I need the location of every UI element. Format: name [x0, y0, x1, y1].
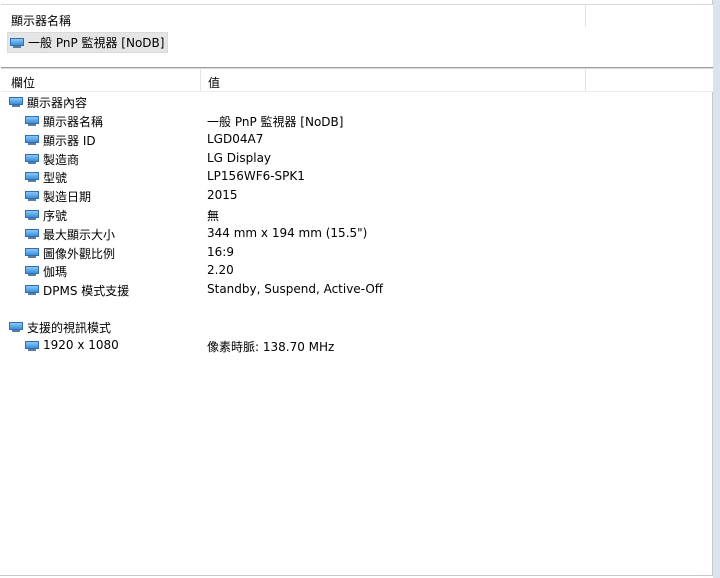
monitor-icon — [25, 247, 39, 258]
property-value: 無 — [207, 209, 220, 223]
column-header-field[interactable]: 欄位 — [11, 74, 35, 91]
property-field: 型號 — [43, 171, 68, 186]
property-field: 伽瑪 — [43, 265, 68, 280]
column-header-value[interactable]: 值 — [208, 74, 220, 91]
property-value: 一般 PnP 監視器 [NoDB] — [207, 115, 344, 129]
property-value: 像素時脈: 138.70 MHz — [207, 340, 335, 354]
monitor-icon — [25, 210, 39, 220]
property-row[interactable]: DPMS 模式支援 Standby, Suspend, Active-Off — [0, 280, 712, 299]
monitor-icon — [25, 153, 39, 164]
property-row[interactable]: 1920 x 1080 像素時脈: 138.70 MHz — [0, 336, 712, 355]
property-field: 顯示器 ID — [43, 133, 96, 148]
monitor-name-header: 顯示器名稱 — [11, 14, 72, 28]
property-value: LGD04A7 — [207, 131, 264, 146]
monitor-icon — [9, 322, 23, 332]
monitor-icon — [25, 266, 39, 277]
property-field: 序號 — [43, 209, 68, 223]
property-row[interactable]: 型號 LP156WF6-SPK1 — [0, 167, 712, 186]
monitor-icon — [25, 116, 39, 126]
column-separator[interactable] — [585, 69, 586, 91]
group-row-monitor-properties[interactable]: 顯示器內容 — [0, 92, 712, 111]
property-value: LP156WF6-SPK1 — [207, 169, 305, 184]
property-row[interactable]: 序號 無 — [0, 205, 712, 224]
background-edge — [713, 0, 720, 578]
property-field: 顯示器名稱 — [43, 115, 104, 129]
property-value: Standby, Suspend, Active-Off — [207, 282, 384, 297]
property-row[interactable]: 圖像外觀比例 16:9 — [0, 243, 712, 262]
property-field: 最大顯示大小 — [43, 227, 116, 242]
property-value: 16:9 — [207, 244, 234, 259]
property-row[interactable]: 製造商 LG Display — [0, 149, 712, 168]
property-row[interactable]: 顯示器 ID LGD04A7 — [0, 130, 712, 149]
property-row[interactable]: 製造日期 2015 — [0, 186, 712, 205]
property-value: 2.20 — [207, 263, 234, 278]
monitor-icon — [25, 228, 39, 239]
monitor-list-item-label: 一般 PnP 監視器 [NoDB] — [28, 36, 165, 50]
group-label: 支援的視訊模式 — [27, 321, 112, 335]
monitor-icon — [25, 172, 39, 183]
property-row[interactable]: 最大顯示大小 344 mm x 194 mm (15.5") — [0, 224, 712, 243]
monitor-icon — [25, 134, 39, 145]
device-info-window: 顯示器名稱 一般 PnP 監視器 [NoDB] 欄位 值 顯示器內容 顯示器名稱… — [0, 0, 713, 576]
property-value: LG Display — [207, 150, 272, 165]
monitor-icon — [10, 37, 24, 48]
column-separator[interactable] — [200, 69, 201, 91]
grid-header: 欄位 值 — [1, 68, 713, 92]
property-field: 1920 x 1080 — [43, 338, 119, 352]
group-label: 顯示器內容 — [27, 96, 88, 110]
property-field: 製造日期 — [43, 190, 92, 205]
monitor-icon — [25, 191, 39, 202]
property-row[interactable]: 伽瑪 2.20 — [0, 261, 712, 280]
monitor-icon — [9, 97, 23, 107]
property-row[interactable]: 顯示器名稱 一般 PnP 監視器 [NoDB] — [0, 111, 712, 130]
property-value: 2015 — [207, 188, 238, 203]
property-value: 344 mm x 194 mm (15.5") — [207, 225, 368, 240]
property-field: 製造商 — [43, 152, 80, 167]
header-divider — [585, 5, 586, 27]
group-row-video-modes[interactable]: 支援的視訊模式 — [0, 317, 712, 336]
monitor-icon — [25, 341, 39, 351]
monitor-icon — [25, 285, 39, 296]
property-field: 圖像外觀比例 — [43, 246, 116, 261]
monitor-list-item[interactable]: 一般 PnP 監視器 [NoDB] — [7, 32, 169, 53]
property-field: DPMS 模式支援 — [43, 284, 130, 299]
monitor-name-panel: 顯示器名稱 一般 PnP 監視器 [NoDB] — [1, 4, 713, 68]
